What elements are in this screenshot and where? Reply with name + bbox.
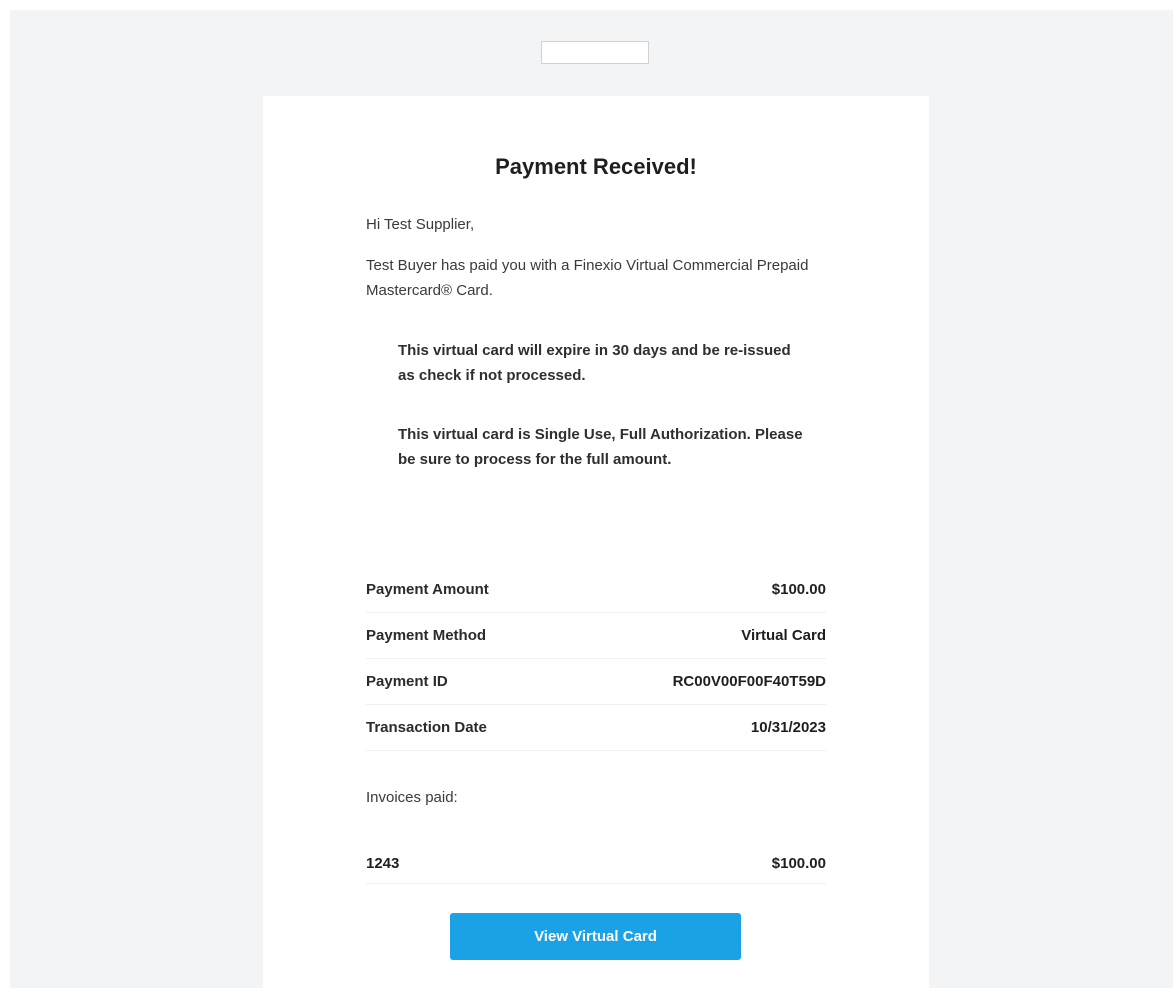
email-card: Payment Received! Hi Test Supplier, Test… (263, 96, 929, 988)
invoice-number: 1243 (366, 855, 400, 872)
detail-label: Payment Amount (366, 581, 489, 598)
logo-placeholder (541, 41, 649, 64)
detail-row-payment-amount: Payment Amount $100.00 (366, 567, 826, 613)
view-virtual-card-button[interactable]: View Virtual Card (450, 913, 741, 960)
detail-row-transaction-date: Transaction Date 10/31/2023 (366, 705, 826, 751)
detail-label: Transaction Date (366, 719, 487, 736)
invoices-paid-label: Invoices paid: (366, 789, 458, 806)
greeting-text: Hi Test Supplier, (366, 216, 475, 233)
detail-label: Payment ID (366, 673, 448, 690)
detail-row-payment-method: Payment Method Virtual Card (366, 613, 826, 659)
detail-row-payment-id: Payment ID RC00V00F00F40T59D (366, 659, 826, 705)
page-title: Payment Received! (495, 154, 697, 179)
invoice-amount: $100.00 (771, 855, 826, 872)
detail-value: $100.00 (771, 581, 826, 598)
detail-value: 10/31/2023 (750, 719, 826, 736)
detail-value: Virtual Card (741, 627, 826, 644)
detail-value: RC00V00F00F40T59D (672, 673, 826, 690)
expiry-notice: This virtual card will expire in 30 days… (398, 342, 791, 384)
invoice-row: 1243 $100.00 (366, 844, 826, 884)
single-use-notice: This virtual card is Single Use, Full Au… (398, 426, 803, 468)
intro-text: Test Buyer has paid you with a Finexio V… (366, 257, 809, 299)
detail-label: Payment Method (366, 627, 487, 644)
payment-details-table: Payment Amount $100.00 Payment Method Vi… (366, 567, 826, 751)
